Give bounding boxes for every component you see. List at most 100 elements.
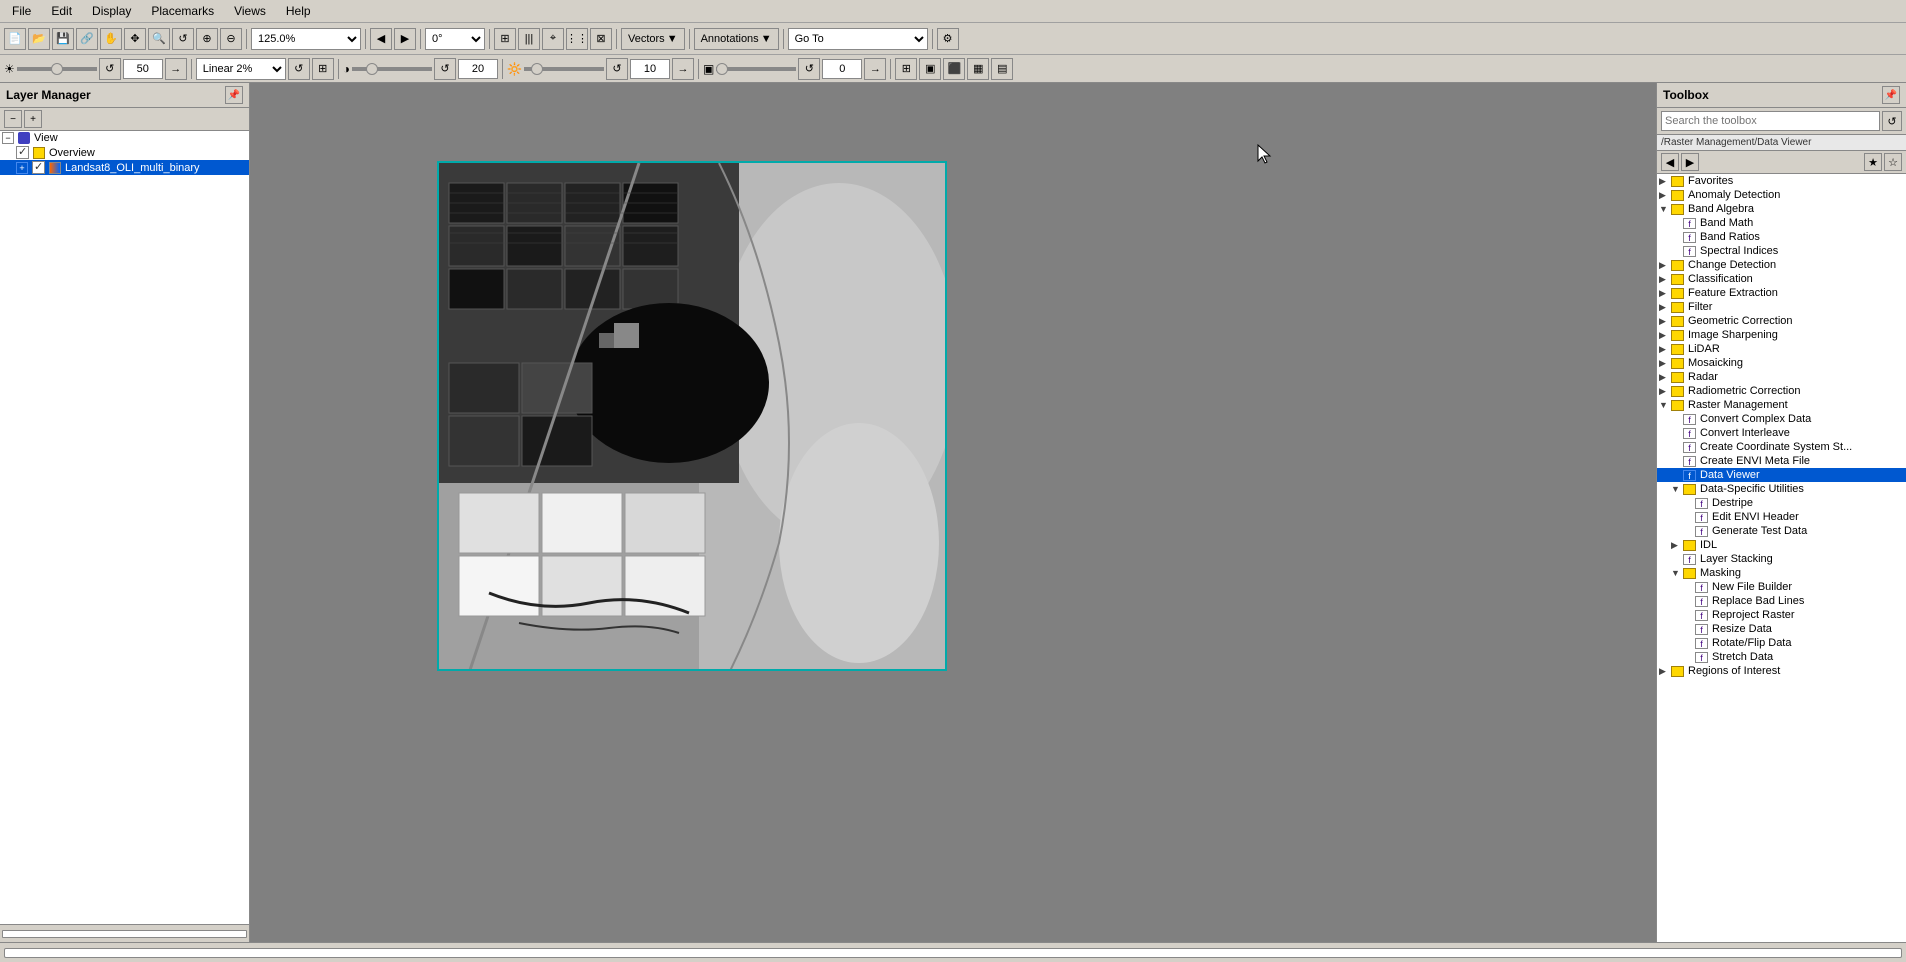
tool1[interactable]: ⊞ — [494, 28, 516, 50]
tool-extra2[interactable]: ▣ — [919, 58, 941, 80]
menu-edit[interactable]: Edit — [43, 2, 80, 20]
tool-extra3[interactable]: ⬛ — [943, 58, 965, 80]
tb-row-anomaly[interactable]: ▶ Anomaly Detection — [1657, 188, 1906, 202]
transparency-apply[interactable]: → — [864, 58, 886, 80]
tool-extra5[interactable]: ▤ — [991, 58, 1013, 80]
toolbox-nav-fwd[interactable]: ▶ — [1681, 153, 1699, 171]
zoom-in-button[interactable]: 🔍 — [148, 28, 170, 50]
tb-row-edit-header[interactable]: f Edit ENVI Header — [1657, 510, 1906, 524]
canvas-area[interactable] — [250, 83, 1656, 942]
toolbox-search-button[interactable]: ↺ — [1882, 111, 1902, 131]
tool-extra1[interactable]: ⊞ — [895, 58, 917, 80]
pan-button[interactable]: ✋ — [100, 28, 122, 50]
menu-help[interactable]: Help — [278, 2, 319, 20]
tb-row-convert-interleave[interactable]: f Convert Interleave — [1657, 426, 1906, 440]
tree-row-view[interactable]: − View — [0, 131, 249, 145]
tb-row-data-specific[interactable]: ▼ Data-Specific Utilities — [1657, 482, 1906, 496]
tool4[interactable]: ⋮⋮ — [566, 28, 588, 50]
layer-manager-pin[interactable]: 📌 — [225, 86, 243, 104]
save-button[interactable]: 💾 — [52, 28, 74, 50]
toolbox-star[interactable]: ★ — [1864, 153, 1882, 171]
statusbar-scrollbar[interactable] — [4, 948, 1902, 958]
zoom-out-button[interactable]: ⊖ — [220, 28, 242, 50]
stretch-refresh[interactable]: ↺ — [288, 58, 310, 80]
stretch-apply[interactable]: ⊞ — [312, 58, 334, 80]
transparency-reset[interactable]: ↺ — [798, 58, 820, 80]
tool-extra4[interactable]: ▦ — [967, 58, 989, 80]
annotations-button[interactable]: Annotations ▼ — [694, 28, 779, 50]
tree-row-layer[interactable]: + Landsat8_OLI_multi_binary — [0, 160, 249, 175]
tb-row-radar[interactable]: ▶ Radar — [1657, 370, 1906, 384]
tb-row-resize[interactable]: f Resize Data — [1657, 622, 1906, 636]
goto-select[interactable]: Go To — [788, 28, 928, 50]
tb-row-destripe[interactable]: f Destripe — [1657, 496, 1906, 510]
tb-row-data-viewer[interactable]: f Data Viewer — [1657, 468, 1906, 482]
brightness-slider[interactable] — [17, 67, 97, 71]
brightness-input[interactable] — [123, 59, 163, 79]
contrast-reset[interactable]: ↺ — [434, 58, 456, 80]
tb-row-spectral-indices[interactable]: f Spectral Indices — [1657, 244, 1906, 258]
link-button[interactable]: 🔗 — [76, 28, 98, 50]
move-button[interactable]: ✥ — [124, 28, 146, 50]
tb-row-feature-extraction[interactable]: ▶ Feature Extraction — [1657, 286, 1906, 300]
vectors-button[interactable]: Vectors ▼ — [621, 28, 685, 50]
stretch-select[interactable]: Linear 2% — [196, 58, 286, 80]
brightness-reset[interactable]: ↺ — [99, 58, 121, 80]
sharpen-apply[interactable]: → — [672, 58, 694, 80]
tb-row-rotate-flip[interactable]: f Rotate/Flip Data — [1657, 636, 1906, 650]
toolbox-star2[interactable]: ☆ — [1884, 153, 1902, 171]
contrast-input[interactable] — [458, 59, 498, 79]
zoom-in2-button[interactable]: ⊕ — [196, 28, 218, 50]
lm-expand[interactable]: + — [24, 110, 42, 128]
tool3[interactable]: ⌖ — [542, 28, 564, 50]
toolbox-nav-back[interactable]: ◀ — [1661, 153, 1679, 171]
layer-check[interactable] — [32, 161, 45, 174]
tool2[interactable]: ||| — [518, 28, 540, 50]
tb-row-mosaicking[interactable]: ▶ Mosaicking — [1657, 356, 1906, 370]
tb-row-masking[interactable]: ▼ Masking — [1657, 566, 1906, 580]
layer-expand[interactable]: + — [16, 162, 28, 174]
tb-row-gen-test[interactable]: f Generate Test Data — [1657, 524, 1906, 538]
tb-row-reproject[interactable]: f Reproject Raster — [1657, 608, 1906, 622]
tb-row-create-coord[interactable]: f Create Coordinate System St... — [1657, 440, 1906, 454]
lm-collapse[interactable]: − — [4, 110, 22, 128]
transparency-input[interactable] — [822, 59, 862, 79]
sharpen-slider[interactable] — [524, 67, 604, 71]
open-button[interactable]: 📂 — [28, 28, 50, 50]
settings-button[interactable]: ⚙ — [937, 28, 959, 50]
rotation-select[interactable]: 0° — [425, 28, 485, 50]
tb-row-regions[interactable]: ▶ Regions of Interest — [1657, 664, 1906, 678]
tb-row-band-ratios[interactable]: f Band Ratios — [1657, 230, 1906, 244]
prev-button[interactable]: ◀ — [370, 28, 392, 50]
menu-views[interactable]: Views — [226, 2, 274, 20]
menu-file[interactable]: File — [4, 2, 39, 20]
contrast-slider[interactable] — [352, 67, 432, 71]
tb-row-replace-bad[interactable]: f Replace Bad Lines — [1657, 594, 1906, 608]
tb-row-raster-mgmt[interactable]: ▼ Raster Management — [1657, 398, 1906, 412]
tb-row-convert-complex[interactable]: f Convert Complex Data — [1657, 412, 1906, 426]
menu-display[interactable]: Display — [84, 2, 139, 20]
tb-row-image-sharpening[interactable]: ▶ Image Sharpening — [1657, 328, 1906, 342]
sharpen-input[interactable] — [630, 59, 670, 79]
tb-row-stretch-data[interactable]: f Stretch Data — [1657, 650, 1906, 664]
tb-row-radiometric[interactable]: ▶ Radiometric Correction — [1657, 384, 1906, 398]
tb-row-lidar[interactable]: ▶ LiDAR — [1657, 342, 1906, 356]
tb-row-create-envi-meta[interactable]: f Create ENVI Meta File — [1657, 454, 1906, 468]
tree-row-overview[interactable]: Overview — [0, 145, 249, 160]
menu-placemarks[interactable]: Placemarks — [143, 2, 222, 20]
toolbox-pin[interactable]: 📌 — [1882, 86, 1900, 104]
tb-row-favorites[interactable]: ▶ Favorites — [1657, 174, 1906, 188]
tb-row-change-detection[interactable]: ▶ Change Detection — [1657, 258, 1906, 272]
zoom-select[interactable]: 125.0% — [251, 28, 361, 50]
tb-row-filter[interactable]: ▶ Filter — [1657, 300, 1906, 314]
sharpen-reset[interactable]: ↺ — [606, 58, 628, 80]
tb-row-new-file[interactable]: f New File Builder — [1657, 580, 1906, 594]
tb-row-band-algebra[interactable]: ▼ Band Algebra — [1657, 202, 1906, 216]
transparency-slider[interactable] — [716, 67, 796, 71]
view-expand[interactable]: − — [2, 132, 14, 144]
lm-scrollbar[interactable] — [2, 930, 247, 938]
tool5[interactable]: ⊠ — [590, 28, 612, 50]
next-button[interactable]: ▶ — [394, 28, 416, 50]
new-button[interactable]: 📄 — [4, 28, 26, 50]
tb-row-layer-stacking[interactable]: f Layer Stacking — [1657, 552, 1906, 566]
